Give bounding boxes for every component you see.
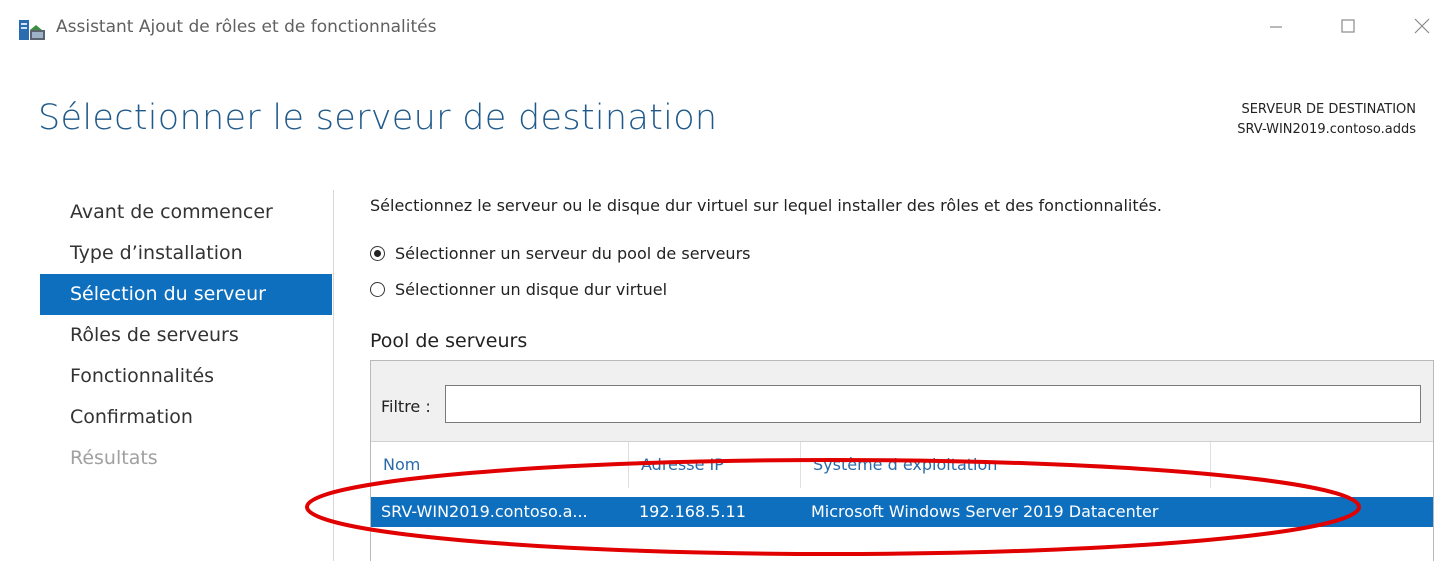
radio-virtual-disk-label: Sélectionner un disque dur virtuel [395, 280, 668, 299]
column-header-name[interactable]: Nom [371, 442, 629, 488]
server-pool-panel: Filtre : Nom Adresse IP Système d’exploi… [370, 360, 1434, 561]
filter-input[interactable] [445, 385, 1421, 423]
filter-label: Filtre : [381, 397, 431, 416]
maximize-icon [1340, 18, 1356, 38]
page-description: Sélectionnez le serveur ou le disque dur… [370, 196, 1162, 215]
nav-item-server-selection[interactable]: Sélection du serveur [40, 274, 332, 315]
column-header-ip[interactable]: Adresse IP [629, 442, 801, 488]
nav-item-results: Résultats [70, 447, 158, 469]
radio-server-pool-label: Sélectionner un serveur du pool de serve… [395, 244, 751, 263]
wizard-navigation: Avant de commencer Type d’installation S… [40, 192, 332, 479]
wizard-window: Assistant Ajout de rôles et de fonctionn… [0, 0, 1456, 561]
table-row-selected[interactable]: SRV-WIN2019.contoso.a... 192.168.5.11 Mi… [371, 497, 1433, 527]
close-icon [1413, 17, 1431, 39]
nav-item-server-roles[interactable]: Rôles de serveurs [40, 315, 332, 356]
nav-item-before-you-begin[interactable]: Avant de commencer [40, 192, 332, 233]
minimize-icon [1268, 18, 1284, 38]
radio-server-pool[interactable]: Sélectionner un serveur du pool de serve… [370, 244, 750, 263]
nav-item-installation-type[interactable]: Type d’installation [40, 233, 332, 274]
radio-button-selected[interactable] [370, 246, 385, 261]
close-button[interactable] [1402, 10, 1442, 46]
window-title: Assistant Ajout de rôles et de fonctionn… [56, 17, 437, 37]
column-header-os[interactable]: Système d’exploitation [801, 442, 1211, 488]
cell-operating-system: Microsoft Windows Server 2019 Datacenter [811, 502, 1159, 521]
minimize-button[interactable] [1256, 10, 1296, 46]
radio-virtual-disk[interactable]: Sélectionner un disque dur virtuel [370, 280, 667, 299]
cell-server-name: SRV-WIN2019.contoso.a... [381, 502, 588, 521]
maximize-button[interactable] [1328, 10, 1368, 46]
server-table: Nom Adresse IP Système d’exploitation SR… [371, 441, 1433, 561]
cell-ip-address: 192.168.5.11 [639, 502, 746, 521]
page-title: Sélectionner le serveur de destination [38, 98, 718, 138]
nav-item-features[interactable]: Fonctionnalités [40, 356, 332, 397]
radio-button-unselected[interactable] [370, 282, 385, 297]
nav-item-confirmation[interactable]: Confirmation [40, 397, 332, 438]
title-bar: Assistant Ajout de rôles et de fonctionn… [0, 0, 1456, 56]
nav-divider [333, 190, 334, 561]
server-manager-icon [18, 19, 46, 41]
destination-label: SERVEUR DE DESTINATION [1241, 102, 1416, 117]
server-pool-heading: Pool de serveurs [370, 330, 528, 352]
destination-server-info: SERVEUR DE DESTINATION SRV-WIN2019.conto… [1237, 100, 1416, 140]
destination-value: SRV-WIN2019.contoso.adds [1237, 122, 1416, 137]
table-header: Nom Adresse IP Système d’exploitation [371, 442, 1433, 488]
column-header-empty [1211, 442, 1433, 488]
